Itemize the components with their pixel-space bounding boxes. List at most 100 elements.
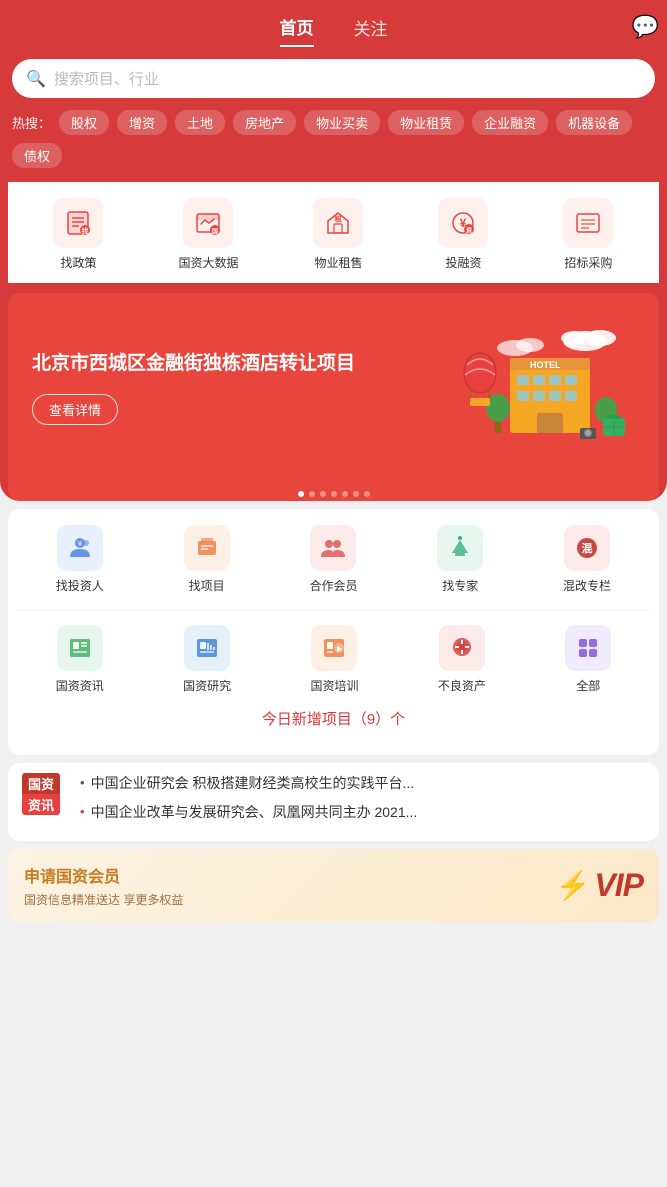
hot-tag-property-sale[interactable]: 物业买卖 <box>304 110 380 135</box>
banner-text: 北京市西城区金融街独栋酒店转让项目 查看详情 <box>32 351 455 425</box>
sec-item-investor[interactable]: ¥ 找投资人 <box>56 525 104 594</box>
banner-image: HOTEL <box>455 323 635 453</box>
quick-item-bid[interactable]: 招标采购 <box>563 198 613 271</box>
training-label: 国资培训 <box>310 677 358 694</box>
sec-item-hunggai[interactable]: 混 混改专栏 <box>563 525 611 594</box>
vip-badge: ⚡ VIP <box>556 867 643 904</box>
news-badge-top: 国资 <box>22 773 60 794</box>
hot-tag-machine[interactable]: 机器设备 <box>556 110 632 135</box>
invest-icon: ¥ 资 <box>438 198 488 248</box>
banner-dots <box>8 483 659 501</box>
investor-label: 找投资人 <box>56 577 104 594</box>
svg-text:国: 国 <box>212 228 218 236</box>
property-icon: 租 <box>313 198 363 248</box>
quick-item-policy[interactable]: 找 找政策 <box>53 198 103 271</box>
svg-text:租: 租 <box>335 215 342 224</box>
research-label: 国资研究 <box>183 677 231 694</box>
bad-asset-label: 不良资产 <box>438 677 486 694</box>
member-icon <box>310 525 356 571</box>
sec-menu-row1: ¥ 找投资人 找项目 <box>16 525 651 610</box>
svg-text:¥: ¥ <box>78 541 82 548</box>
sec-item-expert[interactable]: 找专家 <box>437 525 483 594</box>
news-dot-1: • <box>80 775 85 790</box>
news-badge-bottom: 资讯 <box>22 794 60 815</box>
news-text-1: 中国企业研究会 积极搭建财经类高校生的实践平台... <box>91 773 415 794</box>
news-section: 国资 资讯 • 中国企业研究会 积极搭建财经类高校生的实践平台... • 中国企… <box>8 763 659 841</box>
today-new: 今日新增项目（9）个 <box>16 694 651 739</box>
policy-icon: 找 <box>53 198 103 248</box>
quick-item-invest[interactable]: ¥ 资 投融资 <box>438 198 488 271</box>
third-item-training[interactable]: 国资培训 <box>310 625 358 694</box>
hot-tag-land[interactable]: 土地 <box>175 110 225 135</box>
hot-tags: 热搜： 股权 增资 土地 房地产 物业买卖 物业租赁 企业融资 机器设备 债权 <box>8 110 659 182</box>
dot-1 <box>298 491 304 497</box>
all-label: 全部 <box>576 677 600 694</box>
app-container: 首页 关注 💬 🔍 搜索项目、行业 热搜： 股权 增资 土地 房地产 物业买卖 … <box>0 0 667 1187</box>
guozi-data-icon: 国 <box>183 198 233 248</box>
dot-5 <box>342 491 348 497</box>
bad-asset-icon <box>439 625 485 671</box>
quick-item-property[interactable]: 租 物业租售 <box>313 198 363 271</box>
banner-btn[interactable]: 查看详情 <box>32 394 118 425</box>
hot-tag-property-rent[interactable]: 物业租赁 <box>388 110 464 135</box>
sec-item-project[interactable]: 找项目 <box>184 525 230 594</box>
svg-text:找: 找 <box>82 227 89 236</box>
expert-label: 找专家 <box>442 577 478 594</box>
hot-tag-enterprise[interactable]: 企业融资 <box>472 110 548 135</box>
top-section: 首页 关注 💬 🔍 搜索项目、行业 热搜： 股权 增资 土地 房地产 物业买卖 … <box>0 0 667 501</box>
vip-title: 申请国资会员 <box>24 863 183 887</box>
search-icon: 🔍 <box>26 69 46 89</box>
hot-label: 热搜： <box>12 113 51 132</box>
property-label: 物业租售 <box>314 254 362 271</box>
message-icon[interactable]: 💬 <box>632 14 659 40</box>
banner-title: 北京市西城区金融街独栋酒店转让项目 <box>32 351 455 378</box>
dot-2 <box>309 491 315 497</box>
hunggai-label: 混改专栏 <box>563 577 611 594</box>
svg-text:混: 混 <box>582 541 593 555</box>
third-item-bad-asset[interactable]: 不良资产 <box>438 625 486 694</box>
project-label: 找项目 <box>189 577 225 594</box>
dot-4 <box>331 491 337 497</box>
bid-icon <box>563 198 613 248</box>
news-badge: 国资 资讯 <box>22 773 60 815</box>
guozi-data-label: 国资大数据 <box>178 254 238 271</box>
training-icon <box>311 625 357 671</box>
dot-7 <box>364 491 370 497</box>
quick-menu: 找 找政策 国 国资大数据 <box>8 182 659 283</box>
all-icon <box>565 625 611 671</box>
hot-tag-equity[interactable]: 股权 <box>59 110 109 135</box>
hot-tag-realestate[interactable]: 房地产 <box>233 110 296 135</box>
tab-follow[interactable]: 关注 <box>354 15 388 46</box>
news-icon <box>57 625 103 671</box>
vip-text-area: 申请国资会员 国资信息精准送达 享更多权益 <box>24 863 183 908</box>
news-item-2[interactable]: • 中国企业改革与发展研究会、凤凰网共同主办 2021... <box>80 802 645 823</box>
dot-6 <box>353 491 359 497</box>
research-icon <box>184 625 230 671</box>
sec-menu-row2: 国资资讯 国资研究 <box>16 610 651 694</box>
quick-item-guozi-data[interactable]: 国 国资大数据 <box>178 198 238 271</box>
vip-subtitle: 国资信息精准送达 享更多权益 <box>24 891 183 908</box>
vip-banner[interactable]: 申请国资会员 国资信息精准送达 享更多权益 ⚡ VIP <box>8 849 659 922</box>
third-item-all[interactable]: 全部 <box>565 625 611 694</box>
member-label: 合作会员 <box>309 577 357 594</box>
hot-tag-debt[interactable]: 债权 <box>12 143 62 168</box>
vip-lightning-icon: ⚡ <box>556 869 591 902</box>
news-text-2: 中国企业改革与发展研究会、凤凰网共同主办 2021... <box>91 802 418 823</box>
hunggai-icon: 混 <box>564 525 610 571</box>
bid-label: 招标采购 <box>564 254 612 271</box>
svg-text:资: 资 <box>466 227 472 235</box>
secondary-menus: ¥ 找投资人 找项目 <box>8 509 659 755</box>
svg-text:HOTEL: HOTEL <box>530 360 561 370</box>
tab-home[interactable]: 首页 <box>280 14 314 47</box>
expert-icon <box>437 525 483 571</box>
hot-tag-zengzi[interactable]: 增资 <box>117 110 167 135</box>
header-tabs: 首页 关注 💬 <box>8 14 659 47</box>
news-dot-2: • <box>80 804 85 819</box>
banner: 北京市西城区金融街独栋酒店转让项目 查看详情 <box>16 303 651 473</box>
third-item-research[interactable]: 国资研究 <box>183 625 231 694</box>
search-bar[interactable]: 🔍 搜索项目、行业 <box>12 59 655 98</box>
third-item-news[interactable]: 国资资讯 <box>56 625 104 694</box>
sec-item-member[interactable]: 合作会员 <box>309 525 357 594</box>
investor-icon: ¥ <box>57 525 103 571</box>
news-item-1[interactable]: • 中国企业研究会 积极搭建财经类高校生的实践平台... <box>80 773 645 802</box>
